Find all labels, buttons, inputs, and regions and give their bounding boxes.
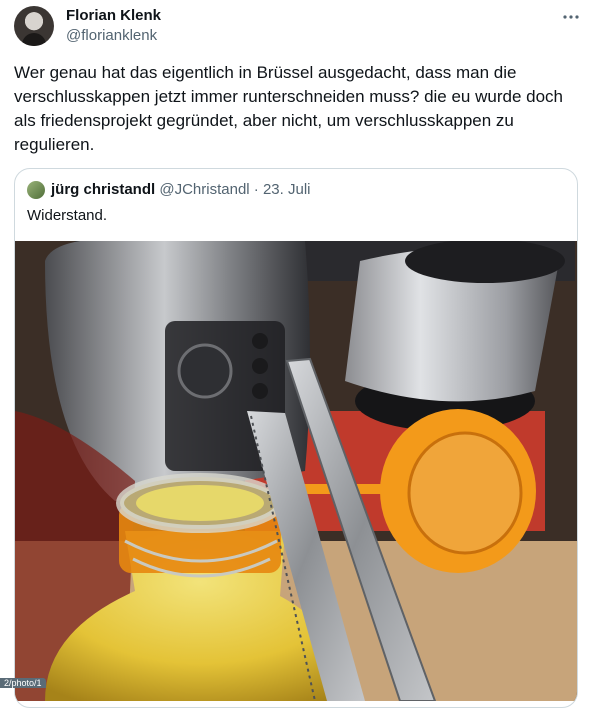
author-name[interactable]: Florian Klenk <box>66 7 161 24</box>
tweet-text: Wer genau hat das eigentlich in Brüssel … <box>14 63 563 154</box>
status-link-hint: 2/photo/1 <box>0 678 46 688</box>
author-handle[interactable]: @florianklenk <box>66 27 157 44</box>
more-options-icon[interactable] <box>560 6 582 28</box>
quoted-author-avatar[interactable] <box>27 181 45 199</box>
quoted-author-name[interactable]: jürg christandl <box>51 181 155 198</box>
quoted-author-handle[interactable]: @JChristandl <box>159 181 249 198</box>
quoted-tweet-card[interactable]: jürg christandl @JChristandl · 23. Juli … <box>14 168 578 708</box>
quoted-tweet-date[interactable]: 23. Juli <box>263 181 311 198</box>
quoted-tweet-photo[interactable] <box>15 241 578 701</box>
meta-separator: · <box>249 181 263 198</box>
author-avatar[interactable] <box>14 6 54 46</box>
quoted-tweet-header: jürg christandl @JChristandl · 23. Juli <box>51 181 311 198</box>
quoted-tweet-text: Widerstand. <box>27 207 108 224</box>
